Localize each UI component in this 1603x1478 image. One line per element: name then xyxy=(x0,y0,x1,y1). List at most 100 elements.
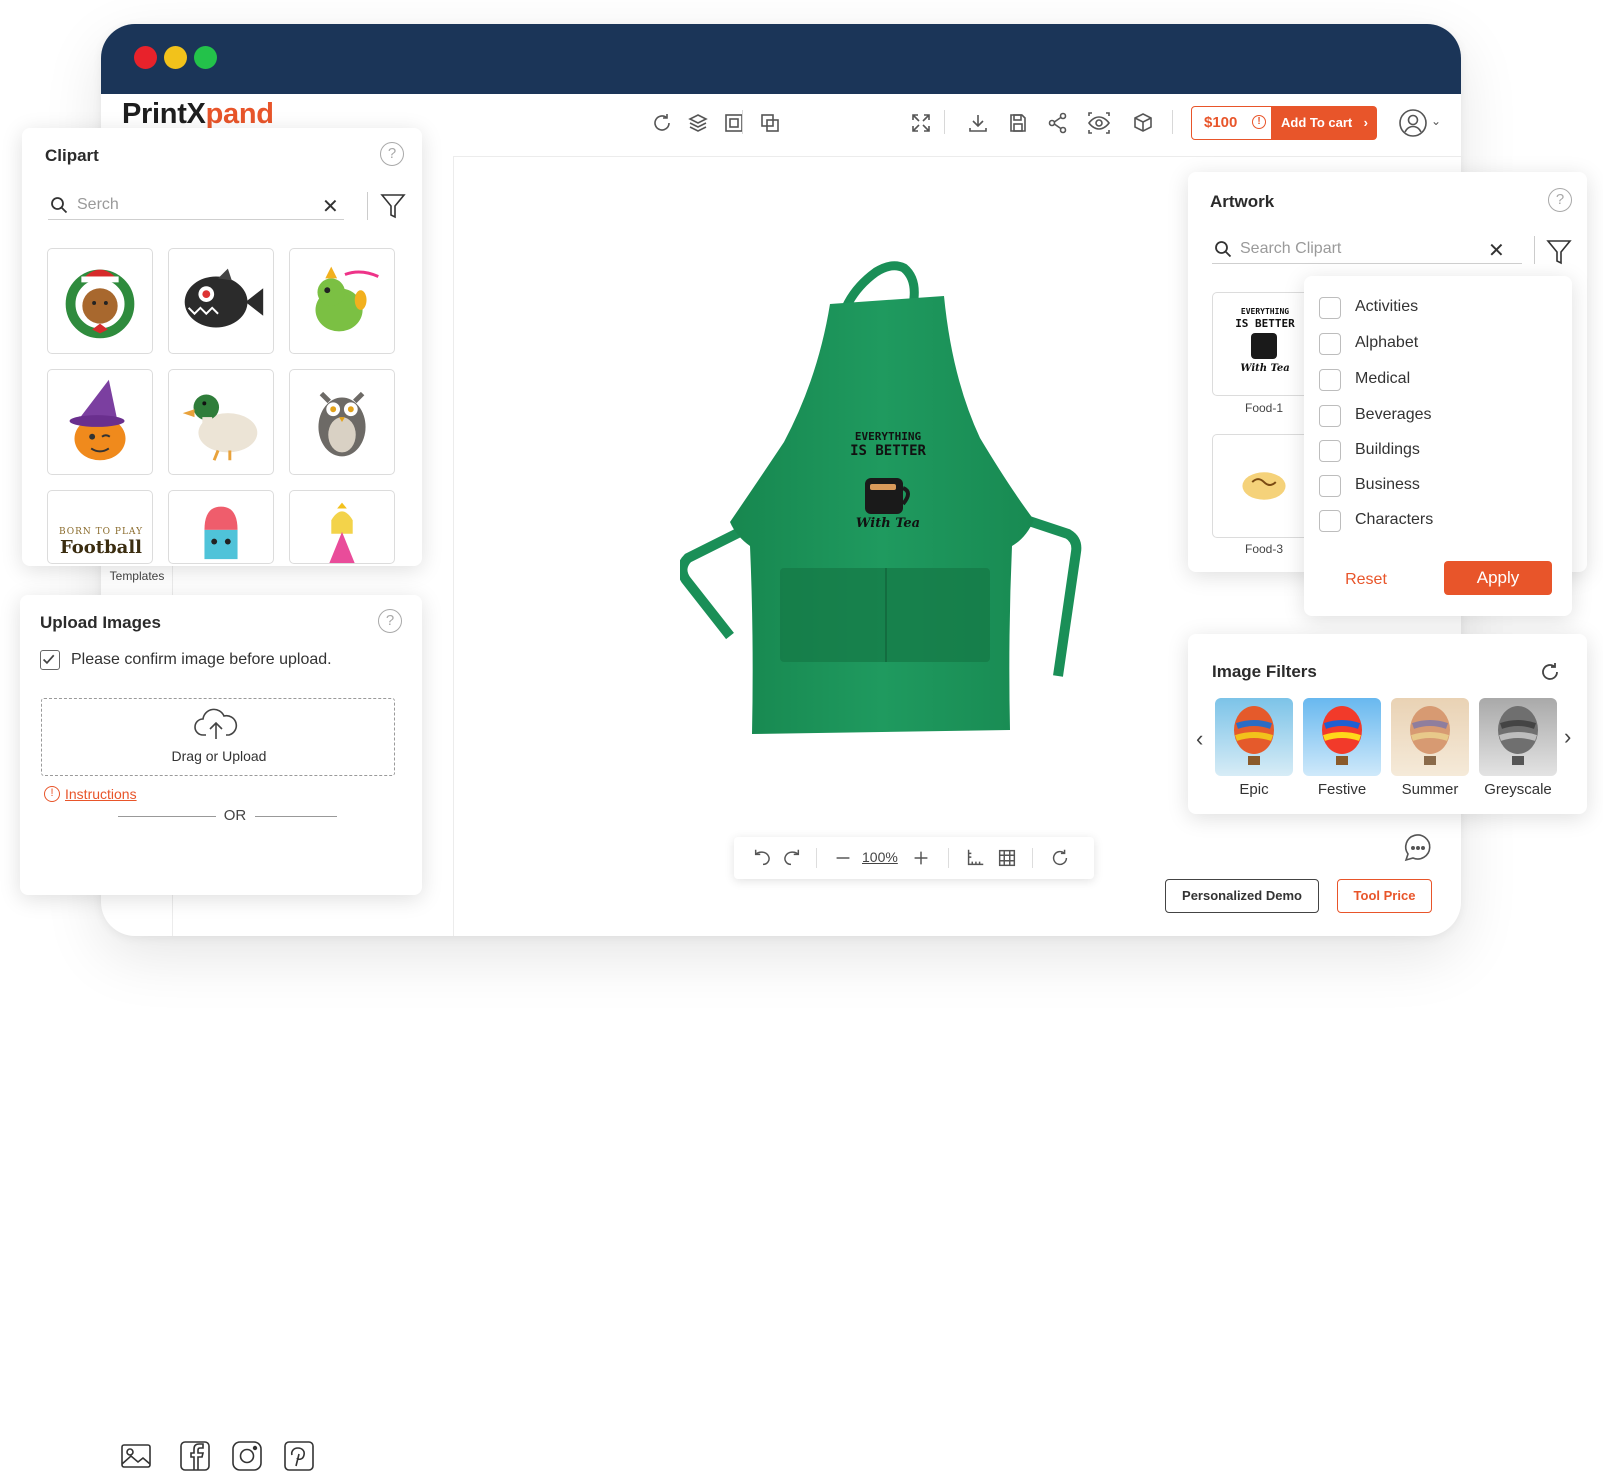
product-canvas[interactable]: EVERYTHING IS BETTER With Tea xyxy=(677,258,1092,748)
filter-greyscale[interactable] xyxy=(1479,698,1557,776)
minimize-window-dot[interactable] xyxy=(164,46,187,69)
close-window-dot[interactable] xyxy=(134,46,157,69)
fullscreen-icon[interactable] xyxy=(909,111,933,135)
brand-logo[interactable]: PrintXpand xyxy=(122,98,274,131)
checkbox[interactable] xyxy=(1319,440,1341,462)
clipart-item-bear-wreath[interactable] xyxy=(47,248,153,354)
chevron-left-icon[interactable]: ‹ xyxy=(1196,726,1203,752)
artwork-label-food-3: Food-3 xyxy=(1244,542,1284,556)
category-label: Beverages xyxy=(1355,406,1432,423)
personalized-demo-button[interactable]: Personalized Demo xyxy=(1165,879,1319,913)
apply-button[interactable]: Apply xyxy=(1444,561,1552,595)
category-label: Alphabet xyxy=(1355,334,1419,351)
layers-icon[interactable] xyxy=(686,111,710,135)
search-icon xyxy=(1214,240,1232,258)
clipart-item-football[interactable]: BORN TO PLAY Football xyxy=(47,490,153,564)
share-icon[interactable] xyxy=(1046,111,1070,135)
filter-epic[interactable] xyxy=(1215,698,1293,776)
grid-icon[interactable] xyxy=(996,847,1018,869)
price-value: $100 xyxy=(1204,114,1238,131)
clipart-panel: Clipart ? Serch ✕ BORN TO PLAY Football xyxy=(22,128,422,566)
category-label: Buildings xyxy=(1355,441,1420,458)
cloud-upload-icon xyxy=(194,707,238,741)
chevron-right-icon[interactable]: › xyxy=(1564,724,1571,750)
football-text-line-2: Football xyxy=(59,537,143,558)
category-label: Business xyxy=(1355,476,1420,493)
clipart-item-witch-pumpkin[interactable] xyxy=(47,369,153,475)
undo-icon[interactable] xyxy=(752,847,774,869)
apron-product-image xyxy=(677,261,1082,734)
refresh-icon[interactable] xyxy=(650,111,674,135)
food1-text-line-3: With Tea xyxy=(1240,363,1290,374)
clipart-item-duck[interactable] xyxy=(168,369,274,475)
instructions-link[interactable]: Instructions xyxy=(65,786,137,802)
filter-festive[interactable] xyxy=(1303,698,1381,776)
reset-canvas-icon[interactable] xyxy=(1049,847,1071,869)
clipart-search-placeholder: Serch xyxy=(77,196,119,213)
ruler-icon[interactable] xyxy=(964,847,986,869)
clipart-item-dinosaur[interactable] xyxy=(289,248,395,354)
preview-icon[interactable] xyxy=(1087,111,1111,135)
category-label: Activities xyxy=(1355,298,1419,315)
filter-icon[interactable] xyxy=(380,192,406,220)
maximize-window-dot[interactable] xyxy=(194,46,217,69)
clear-search-icon[interactable]: ✕ xyxy=(1488,241,1505,261)
clipart-item-princess[interactable] xyxy=(289,490,395,564)
football-text-line-1: BORN TO PLAY xyxy=(58,527,144,537)
redo-icon[interactable] xyxy=(780,847,802,869)
confirm-label: Please confirm image before upload. xyxy=(71,651,332,668)
help-icon[interactable]: ? xyxy=(1548,188,1572,212)
checkbox[interactable] xyxy=(1319,405,1341,427)
artwork-title: Artwork xyxy=(1210,192,1275,211)
checkbox[interactable] xyxy=(1319,297,1341,319)
checkbox[interactable] xyxy=(1319,475,1341,497)
logo-part-1: PrintX xyxy=(122,98,206,130)
clipart-item-owl[interactable] xyxy=(289,369,395,475)
cup-graphic xyxy=(1251,333,1277,359)
chat-icon[interactable] xyxy=(1400,832,1434,866)
download-icon[interactable] xyxy=(966,111,990,135)
filter-summer[interactable] xyxy=(1391,698,1469,776)
canvas-bottom-toolbar: 100% xyxy=(734,837,1094,879)
price-info-icon[interactable]: ! xyxy=(1252,115,1266,129)
checkbox[interactable] xyxy=(1319,333,1341,355)
zoom-level[interactable]: 100% xyxy=(862,849,898,865)
or-divider-label: OR xyxy=(223,807,247,824)
upload-images-panel: Upload Images ? Please confirm image bef… xyxy=(20,595,422,1471)
checkbox[interactable] xyxy=(1319,510,1341,532)
duplicate-icon[interactable] xyxy=(758,111,782,135)
facebook-icon[interactable] xyxy=(178,1439,212,1473)
checkbox[interactable] xyxy=(1319,369,1341,391)
help-icon[interactable]: ? xyxy=(380,142,404,166)
upload-title: Upload Images xyxy=(40,613,161,632)
zoom-in-icon[interactable] xyxy=(910,847,932,869)
zoom-out-icon[interactable] xyxy=(832,847,854,869)
confirm-checkbox[interactable] xyxy=(40,650,60,670)
refresh-icon[interactable] xyxy=(1538,660,1562,684)
filter-icon[interactable] xyxy=(1546,238,1572,266)
chevron-down-icon[interactable]: ⌄ xyxy=(1431,114,1441,128)
tool-price-button[interactable]: Tool Price xyxy=(1337,879,1432,913)
logo-part-2: pand xyxy=(205,98,274,130)
drag-upload-dropzone[interactable]: Drag or Upload xyxy=(41,698,395,776)
clipart-item-popsicle[interactable] xyxy=(168,490,274,564)
clear-search-icon[interactable]: ✕ xyxy=(322,197,339,217)
help-icon[interactable]: ? xyxy=(378,609,402,633)
artwork-item-food-1[interactable]: EVERYTHING IS BETTER With Tea xyxy=(1212,292,1316,396)
add-to-cart-button[interactable]: Add To cart › xyxy=(1271,106,1377,140)
gallery-icon[interactable] xyxy=(119,1439,153,1473)
reset-button[interactable]: Reset xyxy=(1311,563,1421,597)
3d-box-icon[interactable] xyxy=(1131,111,1155,135)
artwork-item-food-3[interactable] xyxy=(1212,434,1316,538)
category-label: Characters xyxy=(1355,511,1434,528)
user-icon[interactable] xyxy=(1398,108,1428,138)
instagram-icon[interactable] xyxy=(230,1439,264,1473)
price-display[interactable]: $100! xyxy=(1191,106,1273,140)
category-label: Medical xyxy=(1355,370,1411,387)
save-icon[interactable] xyxy=(1006,111,1030,135)
clipart-item-piranha[interactable] xyxy=(168,248,274,354)
filter-label-summer: Summer xyxy=(1401,781,1459,798)
food1-text-line-2: IS BETTER xyxy=(1235,317,1295,330)
artwork-label-food-1: Food-1 xyxy=(1244,401,1284,415)
pinterest-icon[interactable] xyxy=(282,1439,316,1473)
